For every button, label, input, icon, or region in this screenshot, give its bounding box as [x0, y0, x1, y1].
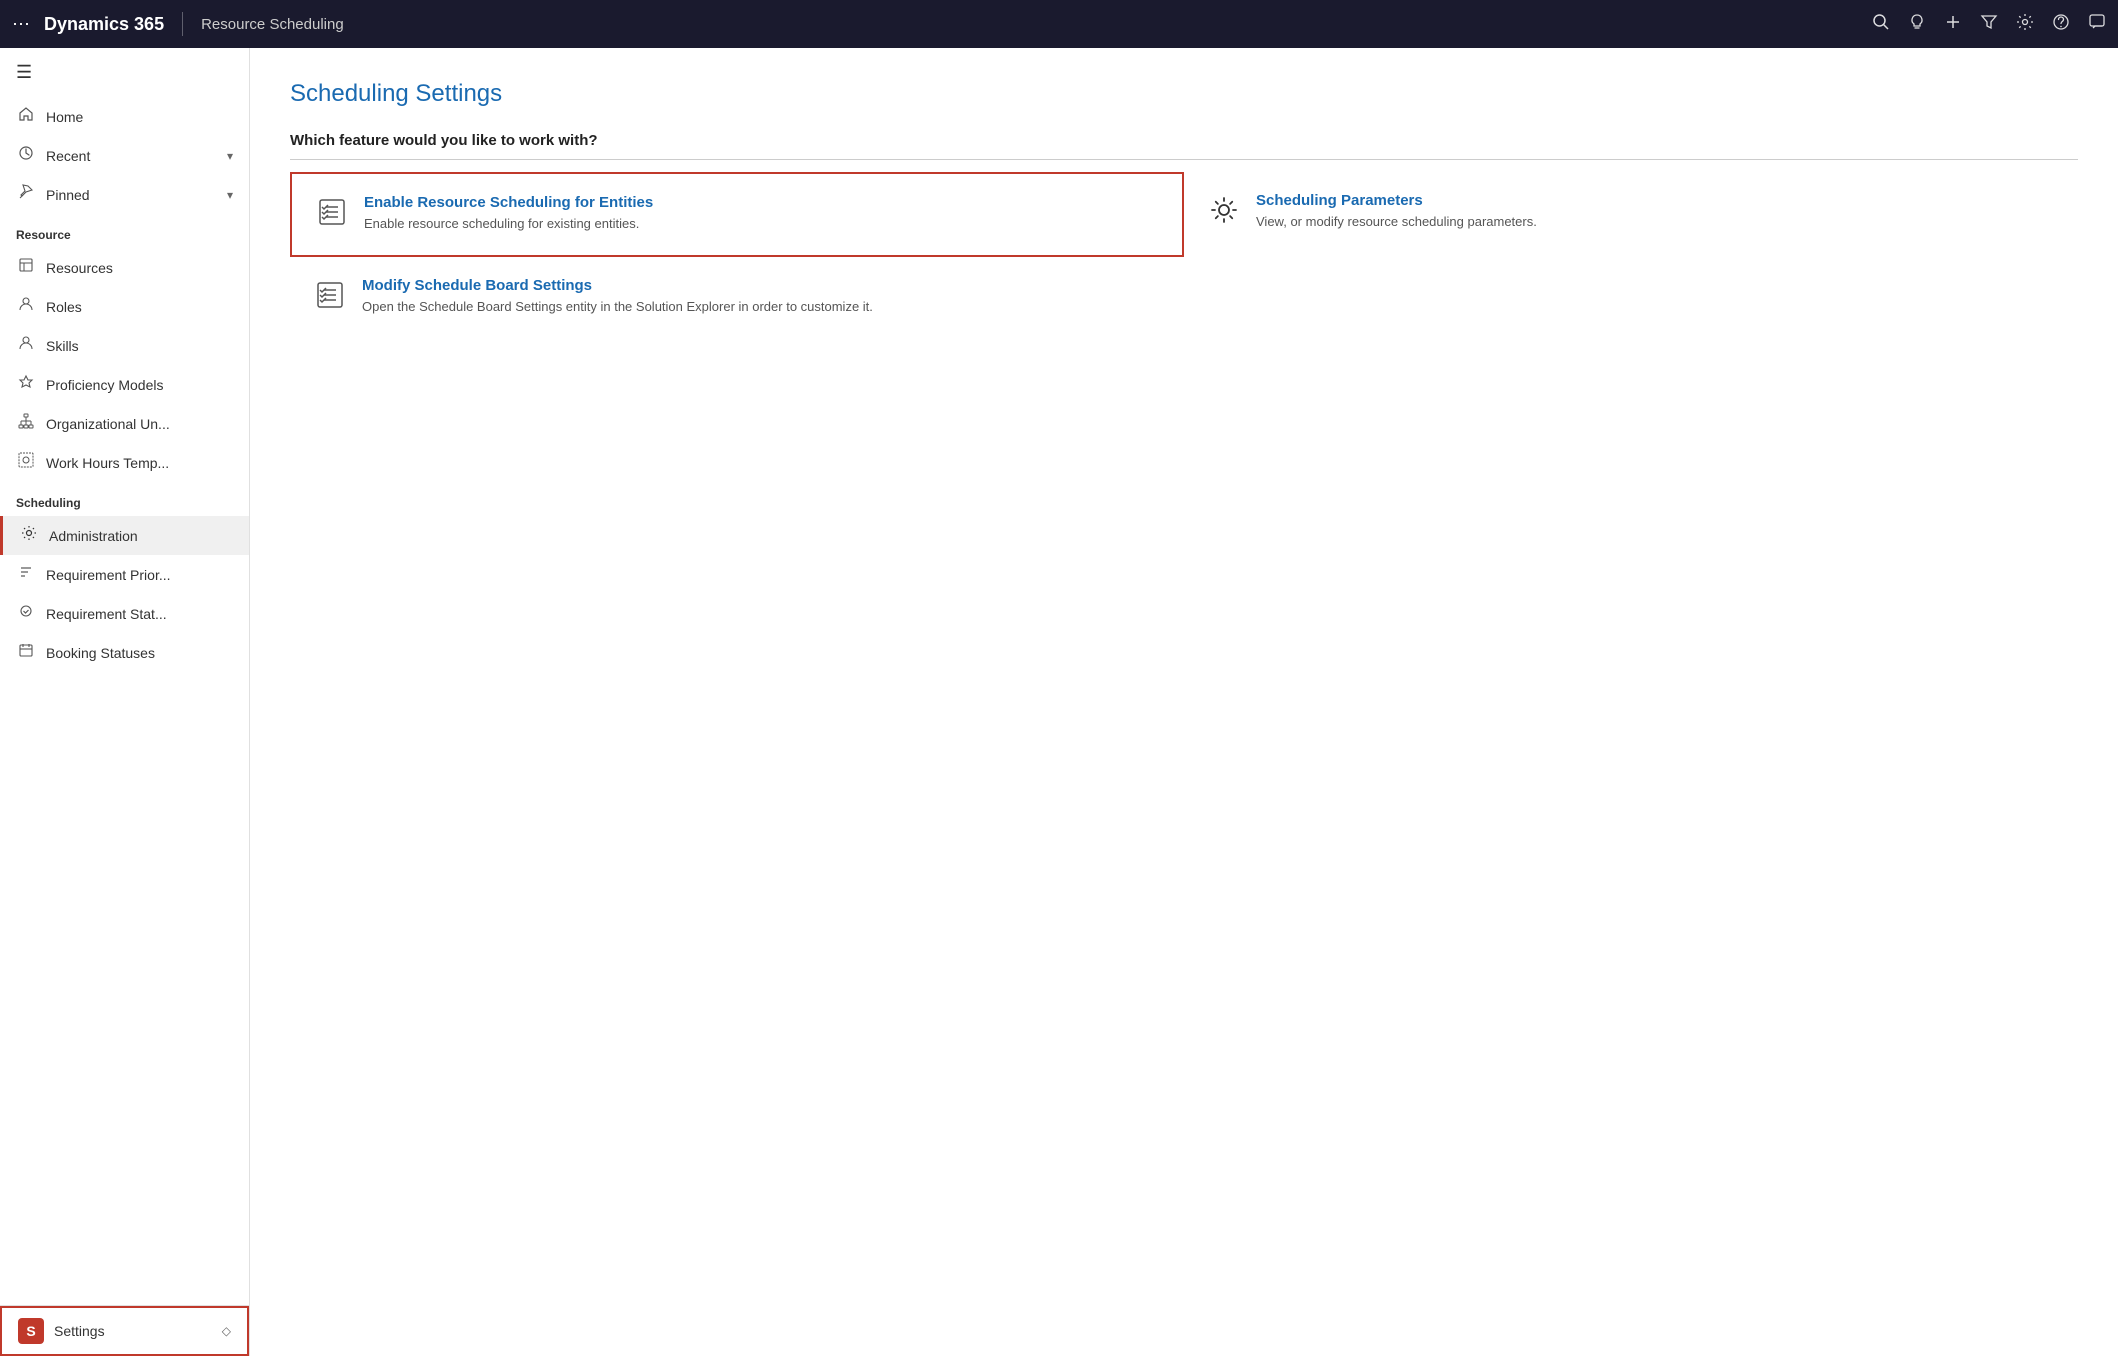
lightbulb-icon[interactable]: [1908, 13, 1926, 36]
topbar-divider: [182, 12, 183, 36]
brand-name: Dynamics 365: [44, 14, 164, 35]
feature-card-scheduling-parameters-text: Scheduling Parameters View, or modify re…: [1256, 192, 1537, 231]
sidebar-item-proficiency[interactable]: Proficiency Models: [0, 365, 249, 404]
req-priority-icon: [16, 564, 36, 585]
waffle-icon[interactable]: ⋯: [12, 14, 30, 35]
help-icon[interactable]: [2052, 13, 2070, 36]
sidebar-item-org-units[interactable]: Organizational Un...: [0, 404, 249, 443]
feature-card-enable-resource-scheduling-desc: Enable resource scheduling for existing …: [364, 215, 653, 233]
schedule-board-icon: [314, 279, 346, 318]
sidebar-bottom: S Settings ◇: [0, 1305, 249, 1356]
resource-section-label: Resource: [0, 214, 249, 248]
skills-icon: [16, 335, 36, 356]
checklist-icon: [316, 196, 348, 235]
sidebar-item-proficiency-label: Proficiency Models: [46, 377, 164, 393]
sidebar-item-skills[interactable]: Skills: [0, 326, 249, 365]
settings-letter: S: [18, 1318, 44, 1344]
sidebar-item-home-label: Home: [46, 109, 83, 125]
feature-cards-grid: Enable Resource Scheduling for Entities …: [290, 172, 2078, 338]
roles-icon: [16, 296, 36, 317]
sidebar-item-booking-statuses-label: Booking Statuses: [46, 645, 155, 661]
search-icon[interactable]: [1872, 13, 1890, 36]
feature-card-modify-schedule-board-title: Modify Schedule Board Settings: [362, 277, 873, 294]
sidebar-item-recent[interactable]: Recent ▾: [0, 136, 249, 175]
sidebar-item-pinned-label: Pinned: [46, 187, 90, 203]
sidebar-item-org-units-label: Organizational Un...: [46, 416, 170, 432]
sidebar-item-roles[interactable]: Roles: [0, 287, 249, 326]
feature-card-enable-resource-scheduling[interactable]: Enable Resource Scheduling for Entities …: [290, 172, 1184, 257]
clock-icon: [16, 145, 36, 166]
add-icon[interactable]: [1944, 13, 1962, 36]
page-title: Scheduling Settings: [290, 80, 2078, 108]
feature-card-enable-resource-scheduling-text: Enable Resource Scheduling for Entities …: [364, 194, 653, 233]
home-icon: [16, 106, 36, 127]
hamburger-icon[interactable]: ☰: [0, 48, 249, 97]
sidebar-item-booking-statuses[interactable]: Booking Statuses: [0, 633, 249, 672]
administration-icon: [19, 525, 39, 546]
settings-icon[interactable]: [2016, 13, 2034, 36]
proficiency-icon: [16, 374, 36, 395]
feature-card-scheduling-parameters-desc: View, or modify resource scheduling para…: [1256, 213, 1537, 231]
sidebar-item-resources[interactable]: Resources: [0, 248, 249, 287]
sidebar-item-work-hours[interactable]: Work Hours Temp...: [0, 443, 249, 482]
sidebar-item-resources-label: Resources: [46, 260, 113, 276]
booking-icon: [16, 642, 36, 663]
sidebar-item-req-priority[interactable]: Requirement Prior...: [0, 555, 249, 594]
sidebar-item-work-hours-label: Work Hours Temp...: [46, 455, 169, 471]
topbar: ⋯ Dynamics 365 Resource Scheduling: [0, 0, 2118, 48]
pin-icon: [16, 184, 36, 205]
org-icon: [16, 413, 36, 434]
work-hours-icon: [16, 452, 36, 473]
settings-chevron-icon: ◇: [222, 1324, 231, 1338]
gear-large-icon: [1208, 194, 1240, 233]
chevron-down-icon: ▾: [227, 149, 233, 163]
sidebar-item-req-status[interactable]: Requirement Stat...: [0, 594, 249, 633]
scheduling-section-label: Scheduling: [0, 482, 249, 516]
sidebar-item-req-priority-label: Requirement Prior...: [46, 567, 171, 583]
feature-card-scheduling-parameters-title: Scheduling Parameters: [1256, 192, 1537, 209]
filter-icon[interactable]: [1980, 13, 1998, 36]
chevron-down-icon-pinned: ▾: [227, 188, 233, 202]
sidebar-item-recent-label: Recent: [46, 148, 90, 164]
sidebar-item-skills-label: Skills: [46, 338, 79, 354]
feature-card-modify-schedule-board[interactable]: Modify Schedule Board Settings Open the …: [290, 257, 1184, 338]
settings-label: Settings: [54, 1323, 105, 1339]
content-area: Scheduling Settings Which feature would …: [250, 48, 2118, 1356]
feature-card-modify-schedule-board-text: Modify Schedule Board Settings Open the …: [362, 277, 873, 316]
sidebar-item-pinned[interactable]: Pinned ▾: [0, 175, 249, 214]
sidebar-item-administration-label: Administration: [49, 528, 138, 544]
req-status-icon: [16, 603, 36, 624]
main-layout: ☰ Home Recent ▾ Pinned ▾ Resource: [0, 48, 2118, 1356]
sidebar-item-req-status-label: Requirement Stat...: [46, 606, 167, 622]
resources-icon: [16, 257, 36, 278]
feature-card-enable-resource-scheduling-title: Enable Resource Scheduling for Entities: [364, 194, 653, 211]
chat-icon[interactable]: [2088, 13, 2106, 36]
topbar-icons: [1872, 13, 2106, 36]
sidebar-item-administration[interactable]: Administration: [0, 516, 249, 555]
sidebar: ☰ Home Recent ▾ Pinned ▾ Resource: [0, 48, 250, 1356]
feature-card-modify-schedule-board-desc: Open the Schedule Board Settings entity …: [362, 298, 873, 316]
section-question: Which feature would you like to work wit…: [290, 132, 2078, 160]
sidebar-item-roles-label: Roles: [46, 299, 82, 315]
feature-card-scheduling-parameters[interactable]: Scheduling Parameters View, or modify re…: [1184, 172, 2078, 257]
module-name: Resource Scheduling: [201, 16, 1864, 33]
sidebar-settings-item[interactable]: S Settings ◇: [0, 1306, 249, 1356]
sidebar-item-home[interactable]: Home: [0, 97, 249, 136]
